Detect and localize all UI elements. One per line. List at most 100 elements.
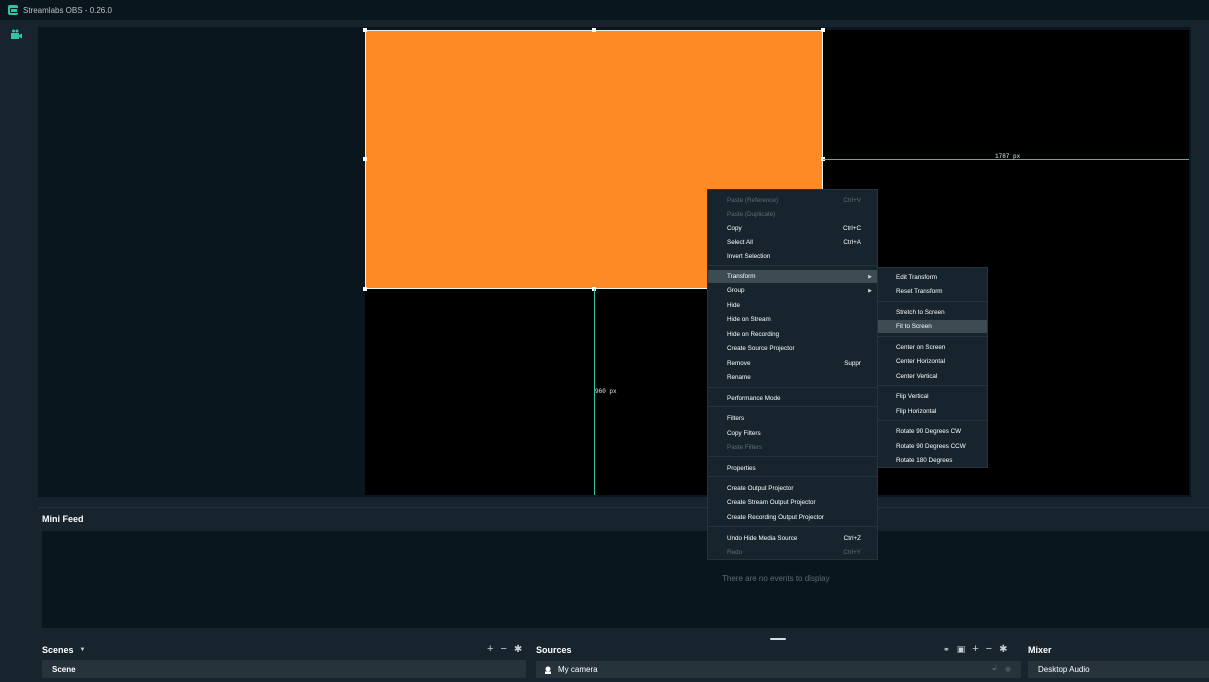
resize-handle-top-right[interactable] <box>821 28 825 32</box>
context-menu-item-invert-selection[interactable]: Invert Selection <box>708 250 877 263</box>
transform-menu-item-center-on-screen[interactable]: Center on Screen <box>878 341 987 354</box>
mixer-audio-label: Desktop Audio <box>1038 665 1090 674</box>
transform-menu-item-center-vertical[interactable]: Center Vertical <box>878 370 987 383</box>
menu-item-label: Remove <box>727 360 751 367</box>
mixer-header: Mixer <box>1028 643 1052 657</box>
context-menu-item-paste-filters[interactable]: Paste Filters <box>708 441 877 454</box>
panel-resize-handle[interactable] <box>770 638 786 640</box>
menu-divider <box>708 476 877 477</box>
menu-item-label: Fit to Screen <box>896 323 932 330</box>
menu-item-label: Center Vertical <box>896 373 938 380</box>
menu-item-label: Group <box>727 287 745 294</box>
menu-item-label: Hide on Recording <box>727 331 780 338</box>
context-menu-item-rename[interactable]: Rename <box>708 371 877 384</box>
source-context-menu: Paste (Reference) Ctrl+V Paste (Duplicate)… <box>707 189 878 560</box>
transform-menu-item-fit-to-screen[interactable]: Fit to Screen <box>878 320 987 333</box>
context-menu-item-paste-duplicate[interactable]: Paste (Duplicate) <box>708 208 877 221</box>
visibility-eye-icon[interactable]: ◉ <box>1005 665 1011 673</box>
resize-handle-top-left[interactable] <box>363 28 367 32</box>
mixer-title: Mixer <box>1028 645 1052 655</box>
menu-divider <box>878 420 987 421</box>
context-menu-item-group[interactable]: Group ▶ <box>708 284 877 297</box>
context-menu-item-copy-filters[interactable]: Copy Filters <box>708 427 877 440</box>
menu-item-label: Properties <box>727 465 756 472</box>
context-menu-item-filters[interactable]: Filters <box>708 412 877 425</box>
context-menu-item-redo[interactable]: Redo Ctrl+Y <box>708 546 877 559</box>
resize-handle-bottom-left[interactable] <box>363 287 367 291</box>
remove-source-icon[interactable]: − <box>986 643 992 655</box>
context-menu-item-hide-on-recording[interactable]: Hide on Recording <box>708 328 877 341</box>
scenes-header: Scenes ▼ <box>42 643 85 657</box>
menu-divider <box>708 387 877 388</box>
menu-item-label: Rename <box>727 374 751 381</box>
filters-icon[interactable]: ⚭ <box>943 645 950 654</box>
context-menu-item-undo-hide-media-source[interactable]: Undo Hide Media Source Ctrl+Z <box>708 532 877 545</box>
menu-item-label: Redo <box>727 549 743 556</box>
scenes-collection-dropdown-icon[interactable]: ▼ <box>80 647 86 653</box>
menu-item-label: Edit Transform <box>896 274 937 281</box>
context-menu-item-hide-on-stream[interactable]: Hide on Stream <box>708 313 877 326</box>
sources-title: Sources <box>536 645 572 655</box>
menu-item-label: Center on Screen <box>896 344 946 351</box>
width-guide-label: 1787 px <box>995 153 1021 160</box>
resize-handle-top[interactable] <box>592 28 596 32</box>
menu-item-label: Create Stream Output Projector <box>727 499 816 506</box>
transform-menu-item-rotate-90-degrees-cw[interactable]: Rotate 90 Degrees CW <box>878 425 987 438</box>
menu-item-label: Center Horizontal <box>896 358 945 365</box>
remove-scene-icon[interactable]: − <box>500 643 506 655</box>
title-bar: Streamlabs OBS - 0.26.0 <box>0 0 1209 20</box>
context-menu-item-create-output-projector[interactable]: Create Output Projector <box>708 482 877 495</box>
menu-item-label: Rotate 180 Degrees <box>896 457 953 464</box>
context-menu-item-select-all[interactable]: Select All Ctrl+A <box>708 236 877 249</box>
minifeed-empty-text: There are no events to display <box>722 574 830 583</box>
transform-menu-item-edit-transform[interactable]: Edit Transform <box>878 271 987 284</box>
menu-item-label: Hide on Stream <box>727 316 771 323</box>
resize-handle-left[interactable] <box>363 157 367 161</box>
transform-menu-item-flip-vertical[interactable]: Flip Vertical <box>878 390 987 403</box>
menu-item-label: Paste (Reference) <box>727 197 779 204</box>
source-label: My camera <box>558 665 598 674</box>
menu-item-label: Reset Transform <box>896 288 943 295</box>
menu-item-label: Copy <box>727 225 742 232</box>
transform-menu-item-rotate-180-degrees[interactable]: Rotate 180 Degrees <box>878 454 987 467</box>
context-menu-item-hide[interactable]: Hide <box>708 299 877 312</box>
add-scene-icon[interactable]: + <box>487 643 493 655</box>
add-folder-icon[interactable]: ▣ <box>957 644 966 655</box>
transform-menu-item-stretch-to-screen[interactable]: Stretch to Screen <box>878 306 987 319</box>
source-properties-gear-icon[interactable]: ✱ <box>999 644 1007 655</box>
add-source-icon[interactable]: + <box>972 643 978 655</box>
menu-item-label: Paste (Duplicate) <box>727 211 776 218</box>
context-menu-item-create-source-projector[interactable]: Create Source Projector <box>708 342 877 355</box>
menu-item-label: Undo Hide Media Source <box>727 535 798 542</box>
height-guide-label: 960 px <box>595 388 617 395</box>
context-menu-item-performance-mode[interactable]: Performance Mode <box>708 392 877 405</box>
transform-menu-item-center-horizontal[interactable]: Center Horizontal <box>878 355 987 368</box>
menu-item-label: Performance Mode <box>727 395 781 402</box>
lock-source-icon[interactable]: 🔓︎ <box>992 665 997 673</box>
context-menu-item-remove[interactable]: Remove Suppr <box>708 357 877 370</box>
context-menu-item-transform[interactable]: Transform ▶ <box>708 270 877 283</box>
transform-menu-item-rotate-90-degrees-ccw[interactable]: Rotate 90 Degrees CCW <box>878 440 987 453</box>
scene-settings-gear-icon[interactable]: ✱ <box>514 644 522 655</box>
menu-item-label: Create Recording Output Projector <box>727 514 824 521</box>
scenes-title[interactable]: Scenes <box>42 645 74 655</box>
transform-menu-item-flip-horizontal[interactable]: Flip Horizontal <box>878 405 987 418</box>
context-menu-item-properties[interactable]: Properties <box>708 462 877 475</box>
menu-divider <box>708 526 877 527</box>
studio-mode-camera-icon[interactable] <box>11 29 22 39</box>
context-menu-item-paste-reference[interactable]: Paste (Reference) Ctrl+V <box>708 194 877 207</box>
transform-menu-item-reset-transform[interactable]: Reset Transform <box>878 285 987 298</box>
menu-item-shortcut: Ctrl+V <box>843 197 861 204</box>
camera-source-icon <box>545 666 551 674</box>
source-list-item[interactable]: My camera 🔓︎ ◉ <box>536 661 1021 678</box>
context-menu-item-create-stream-output-projector[interactable]: Create Stream Output Projector <box>708 496 877 509</box>
scene-list-item[interactable]: Scene <box>42 660 526 678</box>
context-menu-item-create-recording-output-projector[interactable]: Create Recording Output Projector <box>708 511 877 524</box>
submenu-arrow-icon: ▶ <box>868 273 872 280</box>
sources-header: Sources <box>536 643 572 657</box>
menu-item-shortcut: Ctrl+Z <box>843 535 861 542</box>
menu-item-label: Stretch to Screen <box>896 309 945 316</box>
menu-item-label: Hide <box>727 302 740 309</box>
context-menu-item-copy[interactable]: Copy Ctrl+C <box>708 222 877 235</box>
menu-item-label: Filters <box>727 415 745 422</box>
